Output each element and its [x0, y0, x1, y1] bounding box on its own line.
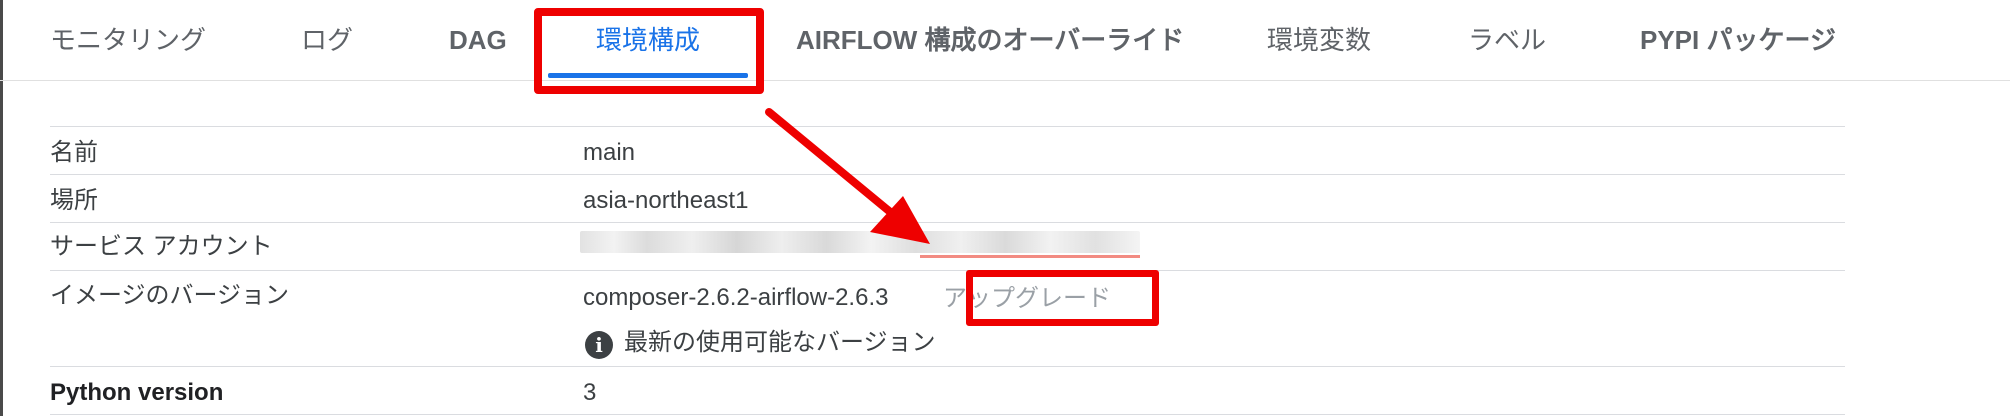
row-divider	[50, 174, 1845, 175]
row-label: Python version	[50, 379, 224, 406]
redaction-underline	[920, 255, 1140, 258]
row-value: 3	[583, 379, 597, 406]
latest-version-message: 最新の使用可能なバージョン	[624, 329, 936, 356]
tab-logs[interactable]: ログ	[301, 22, 353, 58]
tab-labels[interactable]: ラベル	[1468, 22, 1546, 58]
row-divider	[50, 270, 1845, 271]
environment-config-page: モニタリング ログ DAG 環境構成 AIRFLOW 構成のオーバーライド 環境…	[0, 0, 2010, 416]
row-label: 名前	[50, 139, 98, 166]
tab-dag[interactable]: DAG	[449, 22, 507, 58]
row-label: 場所	[50, 187, 98, 214]
row-divider	[50, 222, 1845, 223]
upgrade-highlight-box	[966, 270, 1159, 326]
tab-bar: モニタリング ログ DAG 環境構成 AIRFLOW 構成のオーバーライド 環境…	[0, 0, 2010, 81]
tab-highlight-box	[534, 8, 764, 94]
redacted-service-account	[580, 231, 1140, 253]
tab-airflow-config-overrides[interactable]: AIRFLOW 構成のオーバーライド	[796, 22, 1184, 58]
tab-pypi-packages[interactable]: PYPI パッケージ	[1640, 22, 1836, 58]
row-value: main	[583, 139, 636, 166]
tab-monitoring[interactable]: モニタリング	[50, 22, 206, 58]
row-value: composer-2.6.2-airflow-2.6.3	[583, 284, 889, 311]
info-icon: i	[585, 331, 613, 359]
row-label: サービス アカウント	[50, 233, 273, 260]
row-divider	[50, 366, 1845, 367]
tab-environment-variables[interactable]: 環境変数	[1267, 22, 1371, 58]
row-label: イメージのバージョン	[50, 282, 290, 309]
row-value: asia-northeast1	[583, 187, 749, 214]
row-divider	[50, 126, 1845, 127]
row-divider	[50, 414, 1845, 415]
